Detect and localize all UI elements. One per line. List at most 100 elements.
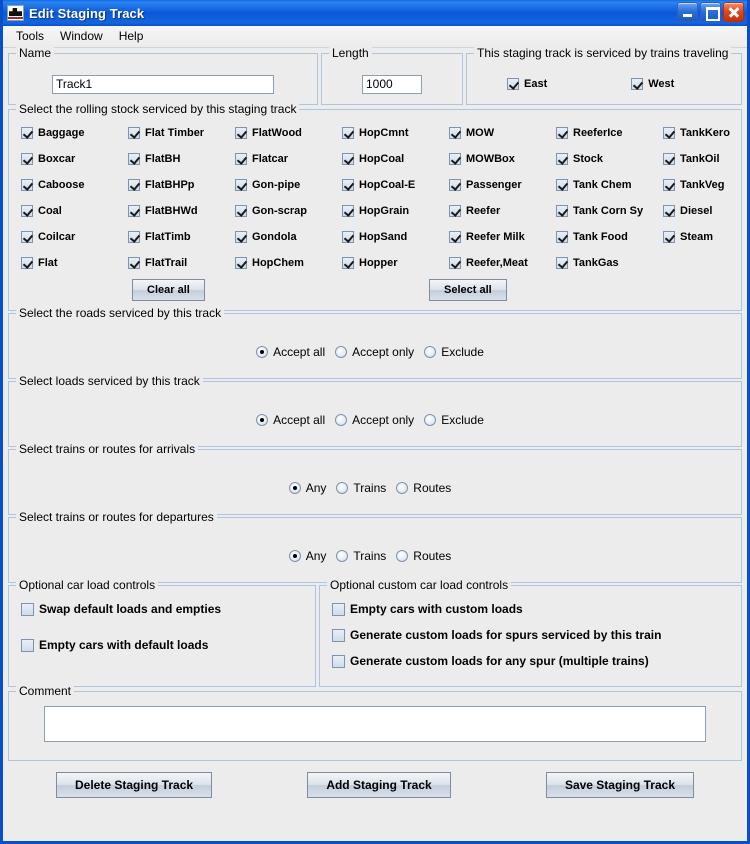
checkbox-reefer-meat[interactable]: Reefer,Meat <box>449 257 556 269</box>
checkbox-east[interactable]: East <box>507 78 547 90</box>
checkbox-empty-cars-custom-loads[interactable]: Empty cars with custom loads <box>332 602 741 616</box>
checkbox-hopsand[interactable]: HopSand <box>342 231 449 243</box>
radio-departures-routes[interactable]: Routes <box>396 549 451 563</box>
checkbox-flattimb[interactable]: FlatTimb <box>128 231 235 243</box>
checkbox-flatcar[interactable]: Flatcar <box>235 153 342 165</box>
checkbox-box <box>128 179 140 191</box>
name-group-legend: Name <box>16 46 54 60</box>
track-length-input[interactable] <box>362 75 422 94</box>
comment-group: Comment <box>8 691 742 761</box>
radio-loads-accept-only[interactable]: Accept only <box>335 413 414 427</box>
checkbox-label: TankGas <box>573 257 619 269</box>
checkbox-hopcmnt[interactable]: HopCmnt <box>342 127 449 139</box>
checkbox-steam[interactable]: Steam <box>663 231 747 243</box>
clear-all-button[interactable]: Clear all <box>132 279 205 301</box>
checkbox-tankgas[interactable]: TankGas <box>556 257 663 269</box>
checkbox-stock[interactable]: Stock <box>556 153 663 165</box>
radio-roads-accept-only-label: Accept only <box>352 345 414 359</box>
delete-staging-track-button[interactable]: Delete Staging Track <box>56 772 212 798</box>
checkbox-tank-corn-sy[interactable]: Tank Corn Sy <box>556 205 663 217</box>
radio-roads-accept-only-dot <box>335 346 347 358</box>
select-all-button[interactable]: Select all <box>429 279 507 301</box>
checkbox-box <box>556 205 568 217</box>
checkbox-label: Caboose <box>38 179 84 191</box>
checkbox-generate-custom-loads-any-spur[interactable]: Generate custom loads for any spur (mult… <box>332 654 741 668</box>
dialog-content: Name Length This staging track is servic… <box>3 48 747 798</box>
checkbox-passenger[interactable]: Passenger <box>449 179 556 191</box>
radio-departures-any[interactable]: Any <box>289 549 327 563</box>
menu-window[interactable]: Window <box>54 27 111 46</box>
add-staging-track-button[interactable]: Add Staging Track <box>307 772 450 798</box>
checkbox-label: FlatBH <box>145 153 180 165</box>
radio-arrivals-routes[interactable]: Routes <box>396 481 451 495</box>
checkbox-box <box>449 205 461 217</box>
checkbox-gondola[interactable]: Gondola <box>235 231 342 243</box>
checkbox-box <box>556 179 568 191</box>
radio-arrivals-any[interactable]: Any <box>289 481 327 495</box>
radio-loads-exclude[interactable]: Exclude <box>424 413 484 427</box>
checkbox-tankkero[interactable]: TankKero <box>663 127 747 139</box>
checkbox-flat[interactable]: Flat <box>21 257 128 269</box>
checkbox-hopgrain[interactable]: HopGrain <box>342 205 449 217</box>
checkbox-tank-chem[interactable]: Tank Chem <box>556 179 663 191</box>
checkbox-flatbh[interactable]: FlatBH <box>128 153 235 165</box>
checkbox-hopcoal[interactable]: HopCoal <box>342 153 449 165</box>
checkbox-box <box>21 179 33 191</box>
loads-group: Select loads serviced by this track Acce… <box>8 381 742 447</box>
save-staging-track-button[interactable]: Save Staging Track <box>546 772 694 798</box>
direction-group: This staging track is serviced by trains… <box>466 53 742 105</box>
checkbox-generate-custom-loads-spurs[interactable]: Generate custom loads for spurs serviced… <box>332 628 741 642</box>
checkbox-reeferice[interactable]: ReeferIce <box>556 127 663 139</box>
checkbox-tank-food[interactable]: Tank Food <box>556 231 663 243</box>
checkbox-coal[interactable]: Coal <box>21 205 128 217</box>
checkbox-reefer-milk[interactable]: Reefer Milk <box>449 231 556 243</box>
radio-arrivals-trains-dot <box>336 482 348 494</box>
track-name-input[interactable] <box>52 75 274 94</box>
checkbox-flatbhwd[interactable]: FlatBHWd <box>128 205 235 217</box>
checkbox-mowbox[interactable]: MOWBox <box>449 153 556 165</box>
checkbox-flat-timber[interactable]: Flat Timber <box>128 127 235 139</box>
checkbox-hopchem[interactable]: HopChem <box>235 257 342 269</box>
radio-departures-trains[interactable]: Trains <box>336 549 386 563</box>
checkbox-flattrail[interactable]: FlatTrail <box>128 257 235 269</box>
top-row: Name Length This staging track is servic… <box>8 53 742 107</box>
checkbox-boxcar[interactable]: Boxcar <box>21 153 128 165</box>
checkbox-label: MOWBox <box>466 153 515 165</box>
maximize-button[interactable] <box>700 2 721 22</box>
checkbox-reefer[interactable]: Reefer <box>449 205 556 217</box>
menu-help[interactable]: Help <box>113 27 152 46</box>
close-button[interactable] <box>723 2 744 22</box>
checkbox-west[interactable]: West <box>631 78 674 90</box>
checkbox-flatwood[interactable]: FlatWood <box>235 127 342 139</box>
checkbox-diesel[interactable]: Diesel <box>663 205 747 217</box>
menu-tools[interactable]: Tools <box>10 27 52 46</box>
radio-arrivals-trains[interactable]: Trains <box>336 481 386 495</box>
checkbox-empty-cars-default-loads-box <box>21 639 34 652</box>
radio-arrivals-routes-dot <box>396 482 408 494</box>
checkbox-caboose[interactable]: Caboose <box>21 179 128 191</box>
checkbox-flatbhpp[interactable]: FlatBHPp <box>128 179 235 191</box>
radio-roads-exclude[interactable]: Exclude <box>424 345 484 359</box>
radio-roads-accept-only[interactable]: Accept only <box>335 345 414 359</box>
minimize-button[interactable] <box>677 2 698 22</box>
checkbox-label: Coilcar <box>38 231 75 243</box>
checkbox-label: Reefer <box>466 205 500 217</box>
checkbox-generate-custom-loads-any-spur-box <box>332 655 345 668</box>
checkbox-gon-pipe[interactable]: Gon-pipe <box>235 179 342 191</box>
checkbox-tankoil[interactable]: TankOil <box>663 153 747 165</box>
comment-input[interactable] <box>44 706 706 742</box>
checkbox-hopper[interactable]: Hopper <box>342 257 449 269</box>
radio-loads-accept-all[interactable]: Accept all <box>256 413 325 427</box>
checkbox-gon-scrap[interactable]: Gon-scrap <box>235 205 342 217</box>
checkbox-mow[interactable]: MOW <box>449 127 556 139</box>
checkbox-baggage[interactable]: Baggage <box>21 127 128 139</box>
radio-arrivals-trains-label: Trains <box>353 481 386 495</box>
checkbox-coilcar[interactable]: Coilcar <box>21 231 128 243</box>
checkbox-label: Reefer Milk <box>466 231 525 243</box>
checkbox-swap-default-loads[interactable]: Swap default loads and empties <box>21 602 315 616</box>
checkbox-box <box>21 231 33 243</box>
checkbox-empty-cars-default-loads[interactable]: Empty cars with default loads <box>21 638 315 652</box>
checkbox-tankveg[interactable]: TankVeg <box>663 179 747 191</box>
radio-roads-accept-all[interactable]: Accept all <box>256 345 325 359</box>
checkbox-hopcoal-e[interactable]: HopCoal-E <box>342 179 449 191</box>
